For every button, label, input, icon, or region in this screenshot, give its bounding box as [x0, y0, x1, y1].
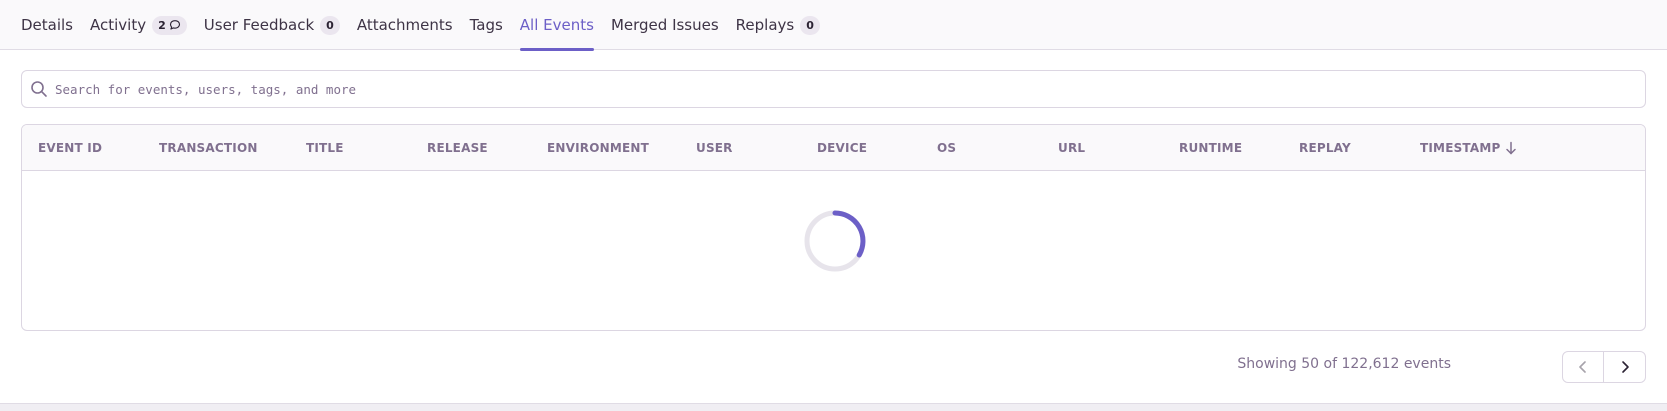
tab-label: Attachments — [356, 16, 453, 34]
tab-attachments[interactable]: Attachments — [357, 0, 453, 50]
tab-list: Details Activity 2 User Feedback 0 Attac… — [21, 0, 837, 51]
tab-details[interactable]: Details — [21, 0, 73, 50]
tab-all-events[interactable]: All Events — [519, 0, 595, 51]
badge-count: 2 — [158, 18, 166, 32]
column-label: TITLE — [306, 141, 344, 155]
pagination-summary: Showing 50 of 122,612 events — [1237, 356, 1451, 372]
column-label: OS — [937, 141, 957, 155]
spinner-icon — [802, 208, 868, 274]
events-table: EVENT ID TRANSACTION TITLE RELEASE ENVIR… — [21, 124, 1646, 331]
column-label: TIMESTAMP — [1420, 141, 1501, 155]
column-header-os[interactable]: OS — [937, 125, 956, 171]
column-header-title[interactable]: TITLE — [306, 125, 344, 171]
search-bar[interactable] — [21, 70, 1646, 108]
next-page-button[interactable] — [1604, 352, 1645, 382]
chevron-left-icon — [1579, 361, 1586, 373]
activity-count-badge: 2 — [152, 15, 187, 35]
column-header-device[interactable]: DEVICE — [817, 125, 867, 171]
column-header-transaction[interactable]: TRANSACTION — [159, 125, 258, 171]
column-header-url[interactable]: URL — [1058, 125, 1085, 171]
table-header: EVENT ID TRANSACTION TITLE RELEASE ENVIR… — [22, 125, 1645, 171]
tab-label: User Feedback — [203, 16, 315, 34]
user-feedback-count-badge: 0 — [320, 15, 340, 35]
search-input[interactable] — [55, 74, 1605, 104]
tab-user-feedback[interactable]: User Feedback 0 — [204, 0, 340, 50]
column-label: DEVICE — [817, 141, 868, 155]
previous-page-button[interactable] — [1563, 352, 1605, 382]
column-header-replay[interactable]: REPLAY — [1299, 125, 1351, 171]
column-label: RUNTIME — [1179, 141, 1243, 155]
tab-merged-issues[interactable]: Merged Issues — [611, 0, 719, 50]
tab-activity[interactable]: Activity 2 — [90, 0, 187, 50]
column-label: ENVIRONMENT — [547, 141, 650, 155]
tab-replays[interactable]: Replays 0 — [736, 0, 820, 50]
tab-tags[interactable]: Tags — [470, 0, 503, 50]
column-header-user[interactable]: USER — [696, 125, 733, 171]
tab-label: Details — [21, 16, 74, 34]
column-header-runtime[interactable]: RUNTIME — [1179, 125, 1242, 171]
tab-label: Replays — [735, 16, 795, 34]
column-label: URL — [1058, 141, 1086, 155]
column-header-timestamp[interactable]: TIMESTAMP — [1420, 125, 1517, 171]
column-label: USER — [696, 141, 733, 155]
replays-count-badge: 0 — [800, 15, 820, 35]
column-label: EVENT ID — [38, 141, 103, 155]
arrow-down-icon — [1505, 141, 1517, 155]
pagination-controls — [1562, 351, 1646, 383]
tab-bar: Details Activity 2 User Feedback 0 Attac… — [0, 0, 1667, 51]
page-bottom-divider — [0, 403, 1667, 411]
tab-label: Merged Issues — [610, 16, 719, 34]
search-icon — [30, 80, 48, 98]
tab-label: Activity — [90, 16, 147, 34]
tab-label: Tags — [469, 16, 503, 34]
comment-icon — [169, 20, 180, 30]
chevron-right-icon — [1621, 361, 1629, 373]
tab-label: All Events — [519, 16, 594, 34]
column-header-release[interactable]: RELEASE — [427, 125, 488, 171]
column-label: TRANSACTION — [159, 141, 258, 155]
column-label: REPLAY — [1299, 141, 1351, 155]
column-header-event-id[interactable]: EVENT ID — [38, 125, 102, 171]
column-label: RELEASE — [427, 141, 488, 155]
column-header-environment[interactable]: ENVIRONMENT — [547, 125, 649, 171]
